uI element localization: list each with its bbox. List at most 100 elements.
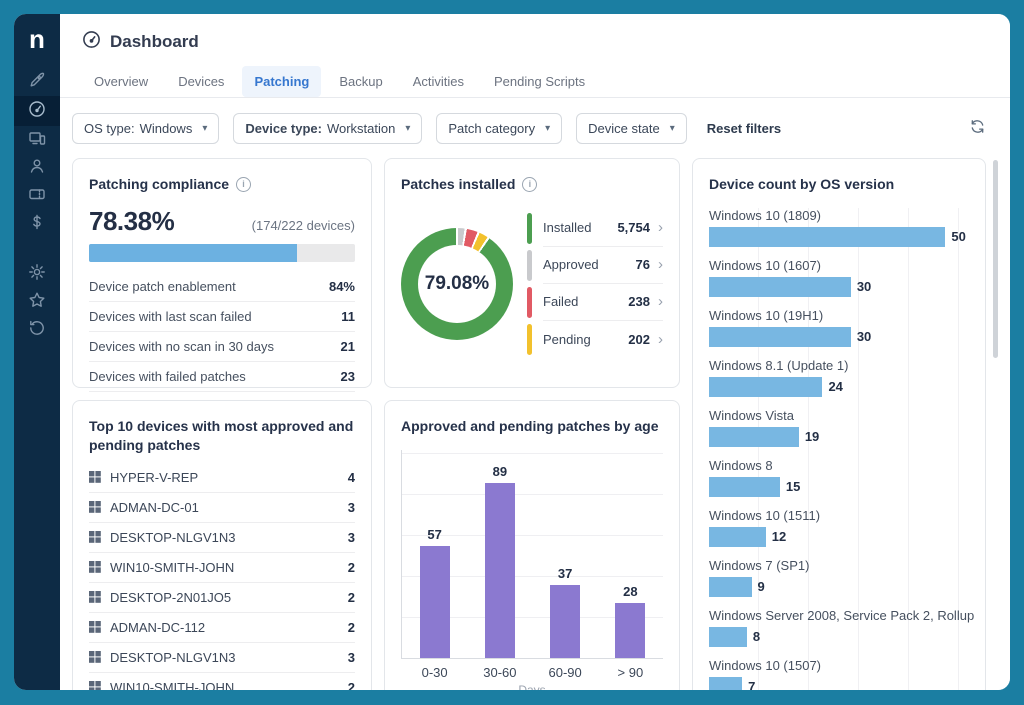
os-value: 15 xyxy=(786,479,800,494)
legend-value: 202 xyxy=(628,332,650,347)
chevron-down-icon: ▾ xyxy=(202,123,207,134)
os-value: 12 xyxy=(772,529,786,544)
tab-overview[interactable]: Overview xyxy=(82,66,160,97)
sidebar-item-favorites[interactable] xyxy=(14,288,60,316)
os-bar-group: Windows 10 (1511) 12 xyxy=(709,508,969,547)
os-value: 8 xyxy=(753,629,760,644)
os-bar-group: Windows 10 (1507) 7 xyxy=(709,658,969,690)
legend-color-bar xyxy=(527,213,532,244)
legend-color-bar xyxy=(527,287,532,318)
bar-value: 89 xyxy=(493,464,507,479)
legend-color-bar xyxy=(527,250,532,281)
device-row[interactable]: DESKTOP-NLGV1N3 3 xyxy=(89,643,355,673)
patches-installed-title: Patches installed xyxy=(401,175,515,194)
os-value: 30 xyxy=(857,329,871,344)
page-header: Dashboard Overview Devices Patching Back… xyxy=(60,14,1010,97)
axis-tick: > 90 xyxy=(602,665,658,680)
page-scrollbar-thumb[interactable] xyxy=(993,160,998,358)
device-state-dropdown[interactable]: Device state ▾ xyxy=(576,113,687,144)
os-bar xyxy=(709,277,851,297)
device-name: DESKTOP-NLGV1N3 xyxy=(110,530,348,545)
compliance-stats: Device patch enablement 84% Devices with… xyxy=(89,272,355,392)
reset-filters-button[interactable]: Reset filters xyxy=(707,121,781,136)
sidebar-item-tickets[interactable] xyxy=(14,182,60,210)
compliance-progress-fill xyxy=(89,244,297,262)
rocket-icon xyxy=(28,71,46,94)
device-name: WIN10-SMITH-JOHN xyxy=(110,680,348,690)
patch-category-label: Patch category xyxy=(448,121,535,136)
os-bar-group: Windows 8 15 xyxy=(709,458,969,497)
device-row[interactable]: DESKTOP-NLGV1N3 3 xyxy=(89,523,355,553)
os-bar xyxy=(709,327,851,347)
age-bar-group: 57 xyxy=(407,450,463,658)
top-devices-list: HYPER-V-REP 4 ADMAN-DC-01 3 DESKTOP-NLGV… xyxy=(89,463,355,690)
device-row[interactable]: DESKTOP-2N01JO5 2 xyxy=(89,583,355,613)
tab-backup[interactable]: Backup xyxy=(327,66,394,97)
device-type-dropdown[interactable]: Device type: Workstation ▾ xyxy=(233,113,422,144)
patching-compliance-card: Patching compliance i 78.38% (174/222 de… xyxy=(72,158,372,388)
chevron-right-icon: › xyxy=(658,219,663,236)
sidebar-item-dashboard[interactable] xyxy=(14,96,60,126)
os-label: Windows Server 2008, Service Pack 2, Rol… xyxy=(709,608,969,623)
os-bar xyxy=(709,377,822,397)
sidebar-item-devices[interactable] xyxy=(14,126,60,154)
os-type-dropdown[interactable]: OS type: Windows ▾ xyxy=(72,113,219,144)
stat-row: Device patch enablement 84% xyxy=(89,272,355,302)
os-value: 24 xyxy=(828,379,842,394)
os-bar-group: Windows 10 (1809) 50 xyxy=(709,208,969,247)
chevron-right-icon: › xyxy=(658,293,663,310)
stat-row: Devices with failed patches 23 xyxy=(89,362,355,392)
bar-value: 57 xyxy=(427,527,441,542)
sidebar-item-settings[interactable] xyxy=(14,260,60,288)
device-row[interactable]: ADMAN-DC-112 2 xyxy=(89,613,355,643)
sidebar-item-billing[interactable] xyxy=(14,210,60,238)
info-icon[interactable]: i xyxy=(236,177,251,192)
devices-icon xyxy=(28,129,46,152)
os-bar-group: Windows 10 (1607) 30 xyxy=(709,258,969,297)
device-count: 3 xyxy=(348,650,355,665)
legend-row-pending[interactable]: Pending 202 › xyxy=(527,321,663,358)
device-row[interactable]: WIN10-SMITH-JOHN 2 xyxy=(89,553,355,583)
stat-value: 23 xyxy=(341,369,355,384)
dollar-icon xyxy=(28,213,46,236)
age-axis-label: Days xyxy=(401,683,663,690)
sidebar-item-users[interactable] xyxy=(14,154,60,182)
os-label: Windows 10 (1507) xyxy=(709,658,969,673)
device-row[interactable]: WIN10-SMITH-JOHN 2 xyxy=(89,673,355,690)
main-content: Dashboard Overview Devices Patching Back… xyxy=(60,14,1010,690)
os-label: Windows 10 (19H1) xyxy=(709,308,969,323)
device-name: WIN10-SMITH-JOHN xyxy=(110,560,348,575)
os-bar-group: Windows 8.1 (Update 1) 24 xyxy=(709,358,969,397)
device-row[interactable]: ADMAN-DC-01 3 xyxy=(89,493,355,523)
tab-patching[interactable]: Patching xyxy=(242,66,321,97)
os-type-label: OS type: xyxy=(84,121,135,136)
device-row[interactable]: HYPER-V-REP 4 xyxy=(89,463,355,493)
device-state-label: Device state xyxy=(588,121,660,136)
tab-devices[interactable]: Devices xyxy=(166,66,236,97)
axis-tick: 0-30 xyxy=(407,665,463,680)
legend-row-installed[interactable]: Installed 5,754 › xyxy=(527,210,663,247)
legend-label: Failed xyxy=(543,294,628,309)
windows-logo-icon xyxy=(89,561,101,573)
dashboard-title-icon xyxy=(82,30,101,54)
windows-logo-icon xyxy=(89,651,101,663)
legend-value: 76 xyxy=(636,257,650,272)
device-count: 4 xyxy=(348,470,355,485)
age-bar-group: 89 xyxy=(472,450,528,658)
os-bar xyxy=(709,477,780,497)
sidebar-item-history[interactable] xyxy=(14,316,60,344)
legend-row-approved[interactable]: Approved 76 › xyxy=(527,247,663,284)
legend-row-failed[interactable]: Failed 238 › xyxy=(527,284,663,321)
patch-category-dropdown[interactable]: Patch category ▾ xyxy=(436,113,562,144)
os-label: Windows 10 (1511) xyxy=(709,508,969,523)
filter-bar: OS type: Windows ▾ Device type: Workstat… xyxy=(60,98,1010,158)
windows-logo-icon xyxy=(89,501,101,513)
legend-value: 238 xyxy=(628,294,650,309)
tab-activities[interactable]: Activities xyxy=(401,66,476,97)
refresh-icon[interactable] xyxy=(969,118,986,140)
info-icon[interactable]: i xyxy=(522,177,537,192)
os-bar-chart: Windows 10 (1809) 50 Windows 10 (1607) 3… xyxy=(709,208,969,690)
tab-pending-scripts[interactable]: Pending Scripts xyxy=(482,66,597,97)
sidebar-item-getting-started[interactable] xyxy=(14,68,60,96)
history-icon xyxy=(28,319,46,342)
